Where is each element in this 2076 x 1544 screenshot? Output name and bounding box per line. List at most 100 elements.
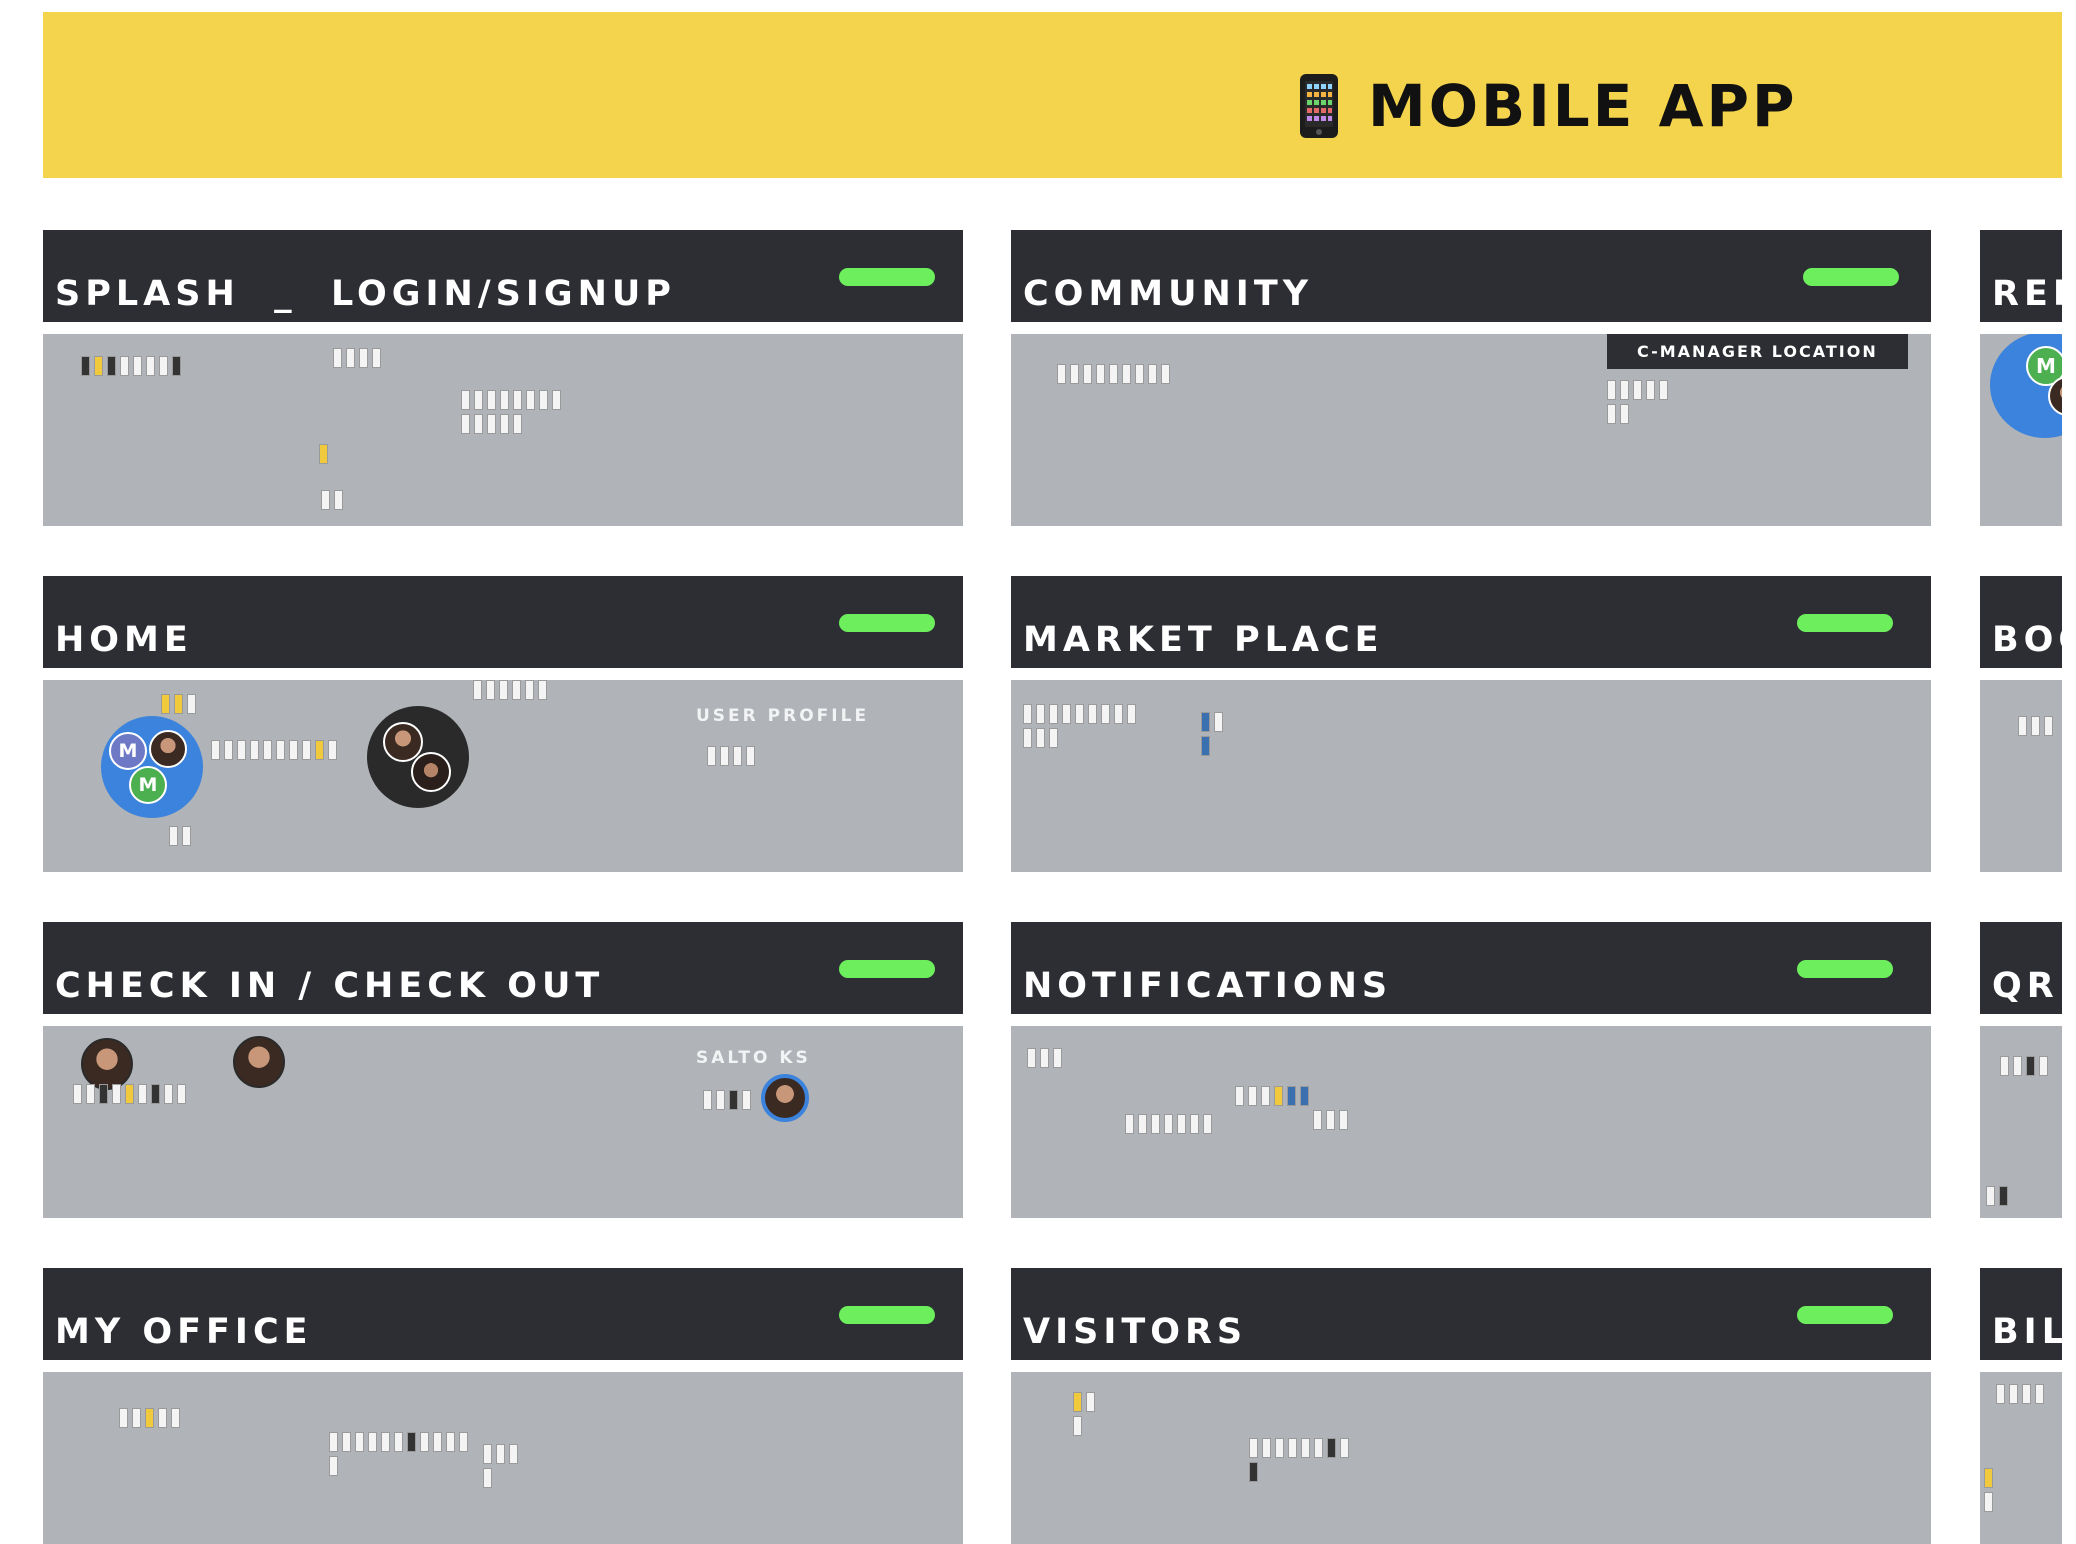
collaborator-cluster [367,706,469,808]
screen-thumbnails [1023,704,1143,748]
avatar [411,752,451,792]
screen-thumbnails [321,490,351,510]
section-my-office[interactable]: MY OFFICE [43,1268,963,1544]
section-community[interactable]: COMMUNITY C-MANAGER LOCATION [1011,230,1931,526]
screen-thumbnails [1235,1086,1315,1106]
status-pill [839,1306,935,1324]
section-notifications[interactable]: NOTIFICATIONS [1011,922,1931,1218]
section-header: BOO [1980,576,2076,668]
screen-thumbnails [1249,1438,1359,1482]
c-manager-location-tag: C-MANAGER LOCATION [1607,334,1908,369]
status-pill [839,614,935,632]
section-canvas[interactable]: SALTO KS [43,1026,963,1218]
section-header: QR [1980,922,2062,1014]
section-header: SPLASH _ LOGIN/SIGNUP [43,230,963,322]
section-splash-login-signup[interactable]: SPLASH _ LOGIN/SIGNUP [43,230,963,526]
screen-thumbnails [1057,364,1187,384]
section-title: CHECK IN / CHECK OUT [55,966,605,1006]
section-rep[interactable]: REP M [1980,230,2076,526]
section-canvas[interactable] [1011,1372,1931,1544]
section-title: REP [1992,274,2076,314]
screen-thumbnails [483,1444,523,1488]
screen-thumbnails [1027,1048,1067,1068]
screen-thumbnails [1607,380,1677,424]
avatar [761,1074,809,1122]
section-header: MY OFFICE [43,1268,963,1360]
section-title: BOO [1992,620,2076,660]
screen-thumbnails [329,1432,469,1476]
section-title: HOME [55,620,193,660]
section-qr[interactable]: QR [1980,922,2062,1218]
section-header: CHECK IN / CHECK OUT [43,922,963,1014]
screen-thumbnails [1986,1186,2016,1206]
section-title: VISITORS [1023,1312,1248,1352]
section-check-in-check-out[interactable]: CHECK IN / CHECK OUT SALTO KS [43,922,963,1218]
screen-thumbnails [81,356,181,376]
section-canvas[interactable] [43,1372,963,1544]
status-pill [839,960,935,978]
section-title: BIL [1992,1312,2070,1352]
status-pill [1797,614,1893,632]
screen-thumbnails [1996,1384,2062,1404]
screen-thumbnails [473,680,583,700]
section-header: VISITORS [1011,1268,1931,1360]
screen-thumbnails [461,390,561,434]
screen-thumbnails [319,444,349,464]
section-home[interactable]: HOME USER PROFILE M M [43,576,963,872]
section-title: MARKET PLACE [1023,620,1384,660]
status-pill [1797,1306,1893,1324]
collaborator-cluster: M [1990,334,2062,438]
section-boo[interactable]: BOO [1980,576,2076,872]
collaborator-cluster: M M [101,716,203,818]
mobile-phone-icon [1300,74,1338,138]
avatar [233,1036,285,1088]
screen-thumbnails [1073,1392,1103,1436]
section-visitors[interactable]: VISITORS [1011,1268,1931,1544]
status-pill [839,268,935,286]
status-pill [1803,268,1899,286]
section-canvas[interactable] [1980,680,2062,872]
screen-thumbnails [2000,1056,2060,1076]
section-market-place[interactable]: MARKET PLACE [1011,576,1931,872]
section-canvas[interactable] [43,334,963,526]
section-bil[interactable]: BIL [1980,1268,2064,1544]
screen-thumbnails [211,740,341,760]
section-canvas[interactable]: USER PROFILE M M [43,680,963,872]
section-canvas[interactable] [1980,1372,2062,1544]
section-header: REP [1980,230,2076,322]
section-title: NOTIFICATIONS [1023,966,1393,1006]
section-canvas[interactable] [1011,1026,1931,1218]
screen-thumbnails [333,348,393,368]
section-header: COMMUNITY [1011,230,1931,322]
section-title: COMMUNITY [1023,274,1314,314]
screen-thumbnails [119,1408,219,1428]
avatar [81,1038,133,1090]
screen-thumbnails [703,1090,753,1110]
screen-thumbnails [707,746,767,766]
section-canvas[interactable]: M [1980,334,2062,526]
salto-ks-label: SALTO KS [696,1048,811,1068]
section-header: NOTIFICATIONS [1011,922,1931,1014]
screen-thumbnails [1201,712,1231,756]
screen-thumbnails [169,826,199,846]
section-canvas[interactable] [1011,680,1931,872]
screen-thumbnails [2018,716,2058,736]
header-banner: MOBILE APP [43,12,2062,178]
section-canvas[interactable] [1980,1026,2062,1218]
section-title: QR [1992,966,2059,1006]
section-title: SPLASH _ LOGIN/SIGNUP [55,274,676,314]
section-canvas[interactable]: C-MANAGER LOCATION [1011,334,1931,526]
avatar: M [109,732,147,770]
banner-title-text: MOBILE APP [1368,72,1798,140]
section-header: HOME [43,576,963,668]
section-header: MARKET PLACE [1011,576,1931,668]
screen-thumbnails [1313,1110,1373,1130]
section-title: MY OFFICE [55,1312,313,1352]
status-pill [1797,960,1893,978]
avatar [149,730,187,768]
screen-thumbnails [161,694,201,714]
banner-title: MOBILE APP [1298,56,1798,156]
avatar: M [129,766,167,804]
screen-thumbnails [1125,1114,1275,1134]
section-header: BIL [1980,1268,2064,1360]
